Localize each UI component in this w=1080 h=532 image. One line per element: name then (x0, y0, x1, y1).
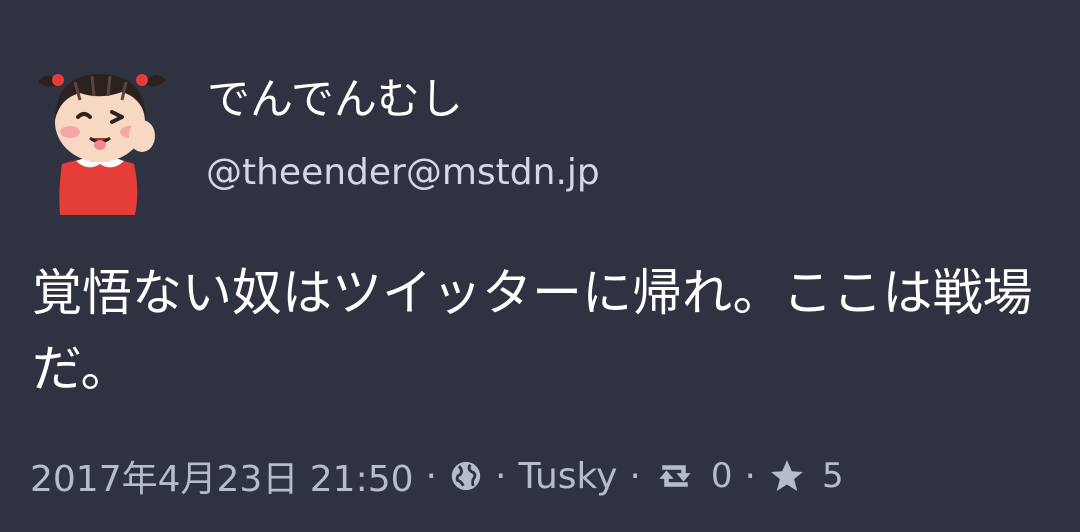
timestamp: 2017年4月23日 21:50 (30, 459, 414, 500)
status-meta: 2017年4月23日 21:50 · · Tusky · 0 · 5 (30, 448, 844, 504)
reblog-count: 0 (710, 456, 733, 496)
display-name[interactable]: でんでんむし (207, 72, 463, 128)
application-name[interactable]: Tusky (518, 456, 617, 497)
status-content: 覚悟ない奴はツイッターに帰れ。ここは戦場だ。 (32, 264, 1033, 398)
separator: · (425, 455, 437, 497)
star-icon[interactable] (768, 457, 806, 495)
separator: · (744, 455, 756, 497)
girl-avatar-image (38, 74, 166, 215)
separator: · (629, 455, 641, 497)
avatar[interactable] (30, 60, 175, 215)
account-handle[interactable]: @theender@mstdn.jp (206, 148, 600, 198)
status-card: でんでんむし @theender@mstdn.jp 覚悟ない奴はツイッターに帰れ… (0, 0, 1080, 532)
globe-icon (449, 459, 483, 493)
favourite-count: 5 (821, 456, 844, 496)
reblog-icon[interactable] (653, 459, 697, 493)
separator: · (494, 455, 507, 497)
